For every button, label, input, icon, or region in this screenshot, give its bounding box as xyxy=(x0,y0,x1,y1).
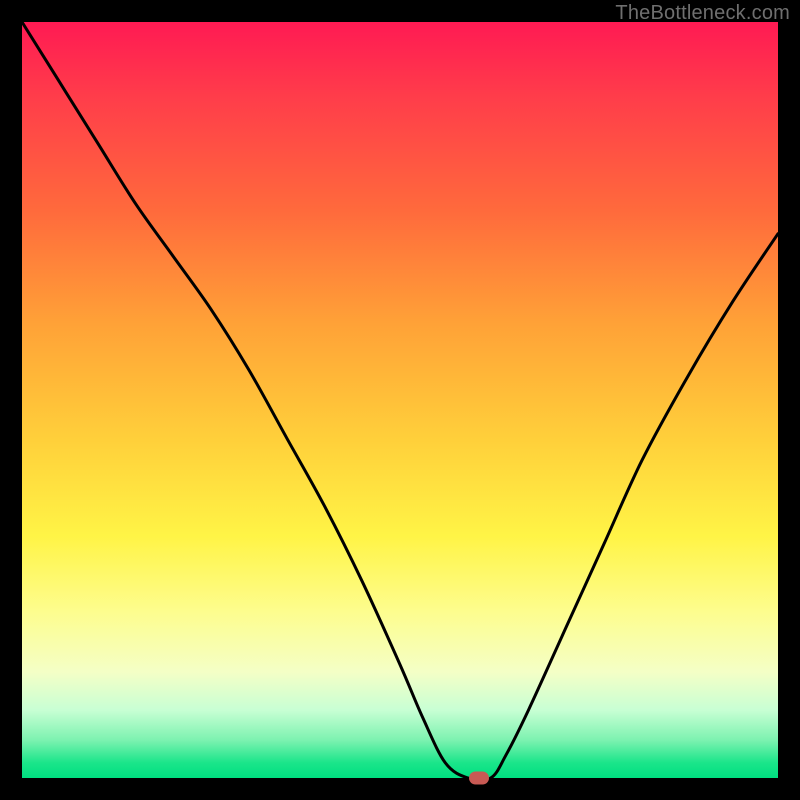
optimal-point-marker xyxy=(469,772,489,785)
chart-frame: TheBottleneck.com xyxy=(0,0,800,800)
bottleneck-curve xyxy=(22,22,778,778)
plot-area xyxy=(22,22,778,778)
